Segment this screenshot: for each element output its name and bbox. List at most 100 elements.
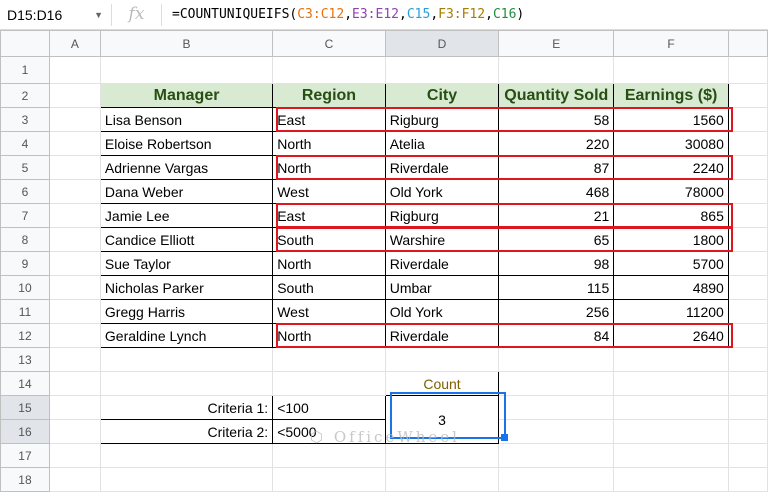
cell[interactable] [613,395,729,420]
cell-A[interactable] [48,419,101,444]
cell-A[interactable] [48,275,101,300]
row-header[interactable]: 7 [0,203,50,228]
cell-G[interactable] [727,467,768,492]
cell[interactable] [613,443,729,468]
table-cell[interactable]: 115 [498,275,615,300]
table-cell[interactable]: Dana Weber [99,179,274,204]
cell-A[interactable] [48,395,101,420]
cell[interactable] [613,371,729,396]
table-cell[interactable]: North [272,131,386,156]
table-cell[interactable]: Old York [384,179,500,204]
row-header[interactable]: 5 [0,155,50,180]
cell[interactable] [613,467,729,492]
cell-G[interactable] [727,131,768,156]
table-cell[interactable]: 78000 [613,179,729,204]
table-cell[interactable]: Adrienne Vargas [99,155,274,180]
cell-A[interactable] [48,323,101,348]
cell-G[interactable] [727,227,768,252]
table-cell[interactable]: South [272,275,386,300]
cell-A[interactable] [48,107,101,132]
column-header-A[interactable]: A [48,30,101,57]
cell[interactable] [99,443,274,468]
cell[interactable] [99,467,274,492]
cell-A[interactable] [48,443,101,468]
cell[interactable] [272,347,386,372]
cell[interactable] [272,467,386,492]
cell[interactable] [99,347,274,372]
table-cell[interactable]: West [272,179,386,204]
cell-A[interactable] [48,251,101,276]
cell-G[interactable] [727,83,768,108]
cell[interactable] [498,443,615,468]
column-header-F[interactable]: F [613,30,729,57]
table-cell[interactable]: Atelia [384,131,500,156]
table-header[interactable]: Earnings ($) [613,83,729,108]
table-cell[interactable]: 98 [498,251,615,276]
row-header[interactable]: 3 [0,107,50,132]
row-header[interactable]: 16 [0,419,50,444]
table-cell[interactable]: Geraldine Lynch [99,323,274,348]
cell-G[interactable] [727,323,768,348]
corner-cell[interactable] [0,30,50,57]
table-cell[interactable]: 4890 [613,275,729,300]
cell-G[interactable] [727,347,768,372]
cell-G[interactable] [727,203,768,228]
table-cell[interactable]: 468 [498,179,615,204]
sheet-grid[interactable]: ABCDEF 1 2 Manager Region City Quantity Sold E… [0,30,768,492]
name-box[interactable]: D15:D16 ▼ [0,3,112,26]
cell-A[interactable] [48,299,101,324]
column-header-C[interactable]: C [272,30,386,57]
table-header[interactable]: Region [272,83,386,108]
criteria-label[interactable]: Criteria 1: [99,395,274,420]
table-header[interactable]: Quantity Sold [498,83,615,108]
column-header-G[interactable] [727,30,768,57]
cell-A[interactable] [48,155,101,180]
table-cell[interactable]: Eloise Robertson [99,131,274,156]
column-header-E[interactable]: E [498,30,615,57]
cell[interactable] [384,347,500,372]
cell-A[interactable] [48,347,101,372]
table-cell[interactable]: Riverdale [384,251,500,276]
criteria-value[interactable]: <100 [272,395,386,420]
row-header[interactable]: 9 [0,251,50,276]
cell[interactable] [498,56,615,84]
cell[interactable] [498,347,615,372]
row-header[interactable]: 18 [0,467,50,492]
dropdown-icon[interactable]: ▼ [94,10,103,20]
table-cell[interactable]: Lisa Benson [99,107,274,132]
table-cell[interactable]: Jamie Lee [99,203,274,228]
row-header[interactable]: 17 [0,443,50,468]
table-header[interactable]: Manager [99,83,274,108]
cell[interactable] [498,371,615,396]
cell-G[interactable] [727,179,768,204]
row-header[interactable]: 6 [0,179,50,204]
cell-A[interactable] [48,179,101,204]
cell-G[interactable] [727,155,768,180]
cell[interactable] [613,56,729,84]
table-header[interactable]: City [384,83,500,108]
cell[interactable] [272,56,386,84]
cell[interactable] [498,467,615,492]
table-cell[interactable]: Gregg Harris [99,299,274,324]
cell-G[interactable] [727,395,768,420]
row-header[interactable]: 14 [0,371,50,396]
table-cell[interactable]: 5700 [613,251,729,276]
cell[interactable] [613,347,729,372]
cell-A[interactable] [48,227,101,252]
cell[interactable] [272,371,386,396]
cell-G[interactable] [727,56,768,84]
row-header[interactable]: 10 [0,275,50,300]
cell-A[interactable] [48,203,101,228]
cell[interactable] [99,56,274,84]
cell-A[interactable] [48,467,101,492]
row-header[interactable]: 11 [0,299,50,324]
column-header-D[interactable]: D [384,30,500,57]
cell-G[interactable] [727,371,768,396]
table-cell[interactable]: North [272,251,386,276]
cell-A[interactable] [48,83,101,108]
row-header[interactable]: 12 [0,323,50,348]
table-cell[interactable]: Candice Elliott [99,227,274,252]
row-header[interactable]: 4 [0,131,50,156]
cell[interactable] [384,443,500,468]
cell-A[interactable] [48,371,101,396]
